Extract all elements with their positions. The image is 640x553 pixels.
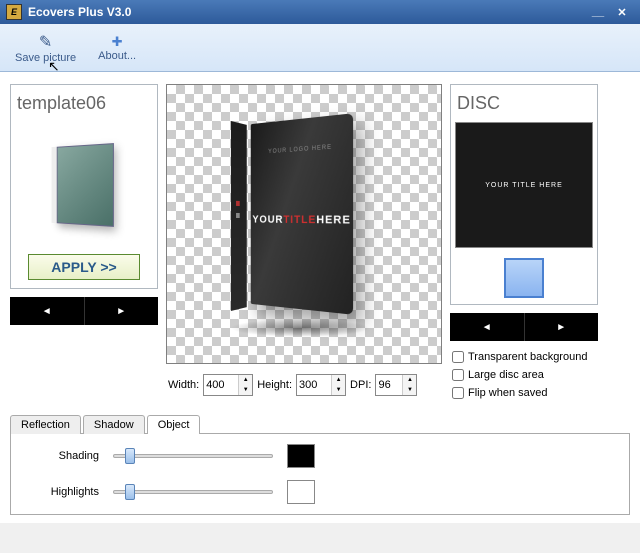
canvas-panel: YOUR LOGO HERE YOURTITLEHERE Width: ▲▼ H… <box>166 84 442 405</box>
width-input[interactable] <box>204 375 238 395</box>
height-up[interactable]: ▲ <box>332 375 345 385</box>
pencil-icon: ✎ <box>39 32 52 52</box>
template-next-button[interactable]: ► <box>84 297 159 325</box>
template-nav: ◄ ► <box>10 297 158 325</box>
canvas[interactable]: YOUR LOGO HERE YOURTITLEHERE <box>166 84 442 364</box>
mockup-shadow <box>230 319 370 337</box>
dpi-down[interactable]: ▼ <box>403 385 416 395</box>
height-spinner[interactable]: ▲▼ <box>296 374 346 396</box>
mockup-3d: YOUR LOGO HERE YOURTITLEHERE <box>224 119 384 329</box>
highlights-slider[interactable] <box>113 484 273 500</box>
tab-object-content: Shading Highlights <box>10 433 630 515</box>
toolbar: ✎ Save picture ✚ About... <box>0 24 640 72</box>
shading-row: Shading <box>29 444 611 468</box>
disc-nav: ◄ ► <box>450 313 598 341</box>
template-prev-button[interactable]: ◄ <box>10 297 84 325</box>
disc-preview-text: YOUR TITLE HERE <box>485 182 563 189</box>
save-picture-label: Save picture <box>15 52 76 64</box>
main-area: template06 APPLY >> ◄ ► YOUR LOGO HERE Y… <box>0 72 640 411</box>
width-label: Width: <box>168 379 199 391</box>
tabs-area: Reflection Shadow Object Shading Highlig… <box>0 411 640 523</box>
width-up[interactable]: ▲ <box>239 375 252 385</box>
template-title: template06 <box>11 85 157 118</box>
tab-object[interactable]: Object <box>147 415 201 434</box>
height-label: Height: <box>257 379 292 391</box>
apply-button[interactable]: APPLY >> <box>28 254 140 280</box>
disc-preview: YOUR TITLE HERE <box>455 122 593 248</box>
dpi-spinner[interactable]: ▲▼ <box>375 374 417 396</box>
highlights-row: Highlights <box>29 480 611 504</box>
shading-slider[interactable] <box>113 448 273 464</box>
minimize-button[interactable]: __ <box>586 4 610 20</box>
app-icon: E <box>6 4 22 20</box>
opt-transparent[interactable]: Transparent background <box>452 351 596 363</box>
mockup-title-text: YOURTITLEHERE <box>251 214 353 227</box>
height-down[interactable]: ▼ <box>332 385 345 395</box>
about-label: About... <box>98 50 136 62</box>
dpi-input[interactable] <box>376 375 402 395</box>
disc-title: DISC <box>451 85 597 118</box>
disc-thumbnail[interactable] <box>504 258 544 298</box>
flip-checkbox[interactable] <box>452 387 464 399</box>
tabstrip: Reflection Shadow Object <box>10 411 630 433</box>
highlights-thumb[interactable] <box>125 484 135 500</box>
about-button[interactable]: ✚ About... <box>87 27 147 69</box>
template-preview <box>21 120 147 250</box>
template-panel: template06 APPLY >> <box>10 84 158 289</box>
window-title: Ecovers Plus V3.0 <box>28 5 586 19</box>
plus-icon: ✚ <box>112 34 123 50</box>
height-input[interactable] <box>297 375 331 395</box>
dpi-up[interactable]: ▲ <box>403 375 416 385</box>
opt-large[interactable]: Large disc area <box>452 369 596 381</box>
save-picture-button[interactable]: ✎ Save picture <box>4 27 87 69</box>
shading-color-swatch[interactable] <box>287 444 315 468</box>
book-preview-icon <box>57 143 114 227</box>
width-down[interactable]: ▼ <box>239 385 252 395</box>
highlights-color-swatch[interactable] <box>287 480 315 504</box>
tab-shadow[interactable]: Shadow <box>83 415 145 434</box>
highlights-label: Highlights <box>29 486 99 498</box>
shading-label: Shading <box>29 450 99 462</box>
width-spinner[interactable]: ▲▼ <box>203 374 253 396</box>
opt-flip[interactable]: Flip when saved <box>452 387 596 399</box>
close-button[interactable]: ✕ <box>610 4 634 20</box>
dpi-label: DPI: <box>350 379 371 391</box>
mockup-spine <box>231 121 247 311</box>
disc-prev-button[interactable]: ◄ <box>450 313 524 341</box>
large-disc-checkbox[interactable] <box>452 369 464 381</box>
disc-panel: DISC YOUR TITLE HERE <box>450 84 598 305</box>
shading-thumb[interactable] <box>125 448 135 464</box>
tab-reflection[interactable]: Reflection <box>10 415 81 434</box>
mockup-body: YOUR LOGO HERE YOURTITLEHERE <box>251 113 353 315</box>
disc-options: Transparent background Large disc area F… <box>450 341 598 399</box>
size-bar: Width: ▲▼ Height: ▲▼ DPI: ▲▼ <box>166 364 442 400</box>
mockup-logo-text: YOUR LOGO HERE <box>251 143 353 156</box>
disc-next-button[interactable]: ► <box>524 313 599 341</box>
transparent-checkbox[interactable] <box>452 351 464 363</box>
titlebar: E Ecovers Plus V3.0 __ ✕ <box>0 0 640 24</box>
